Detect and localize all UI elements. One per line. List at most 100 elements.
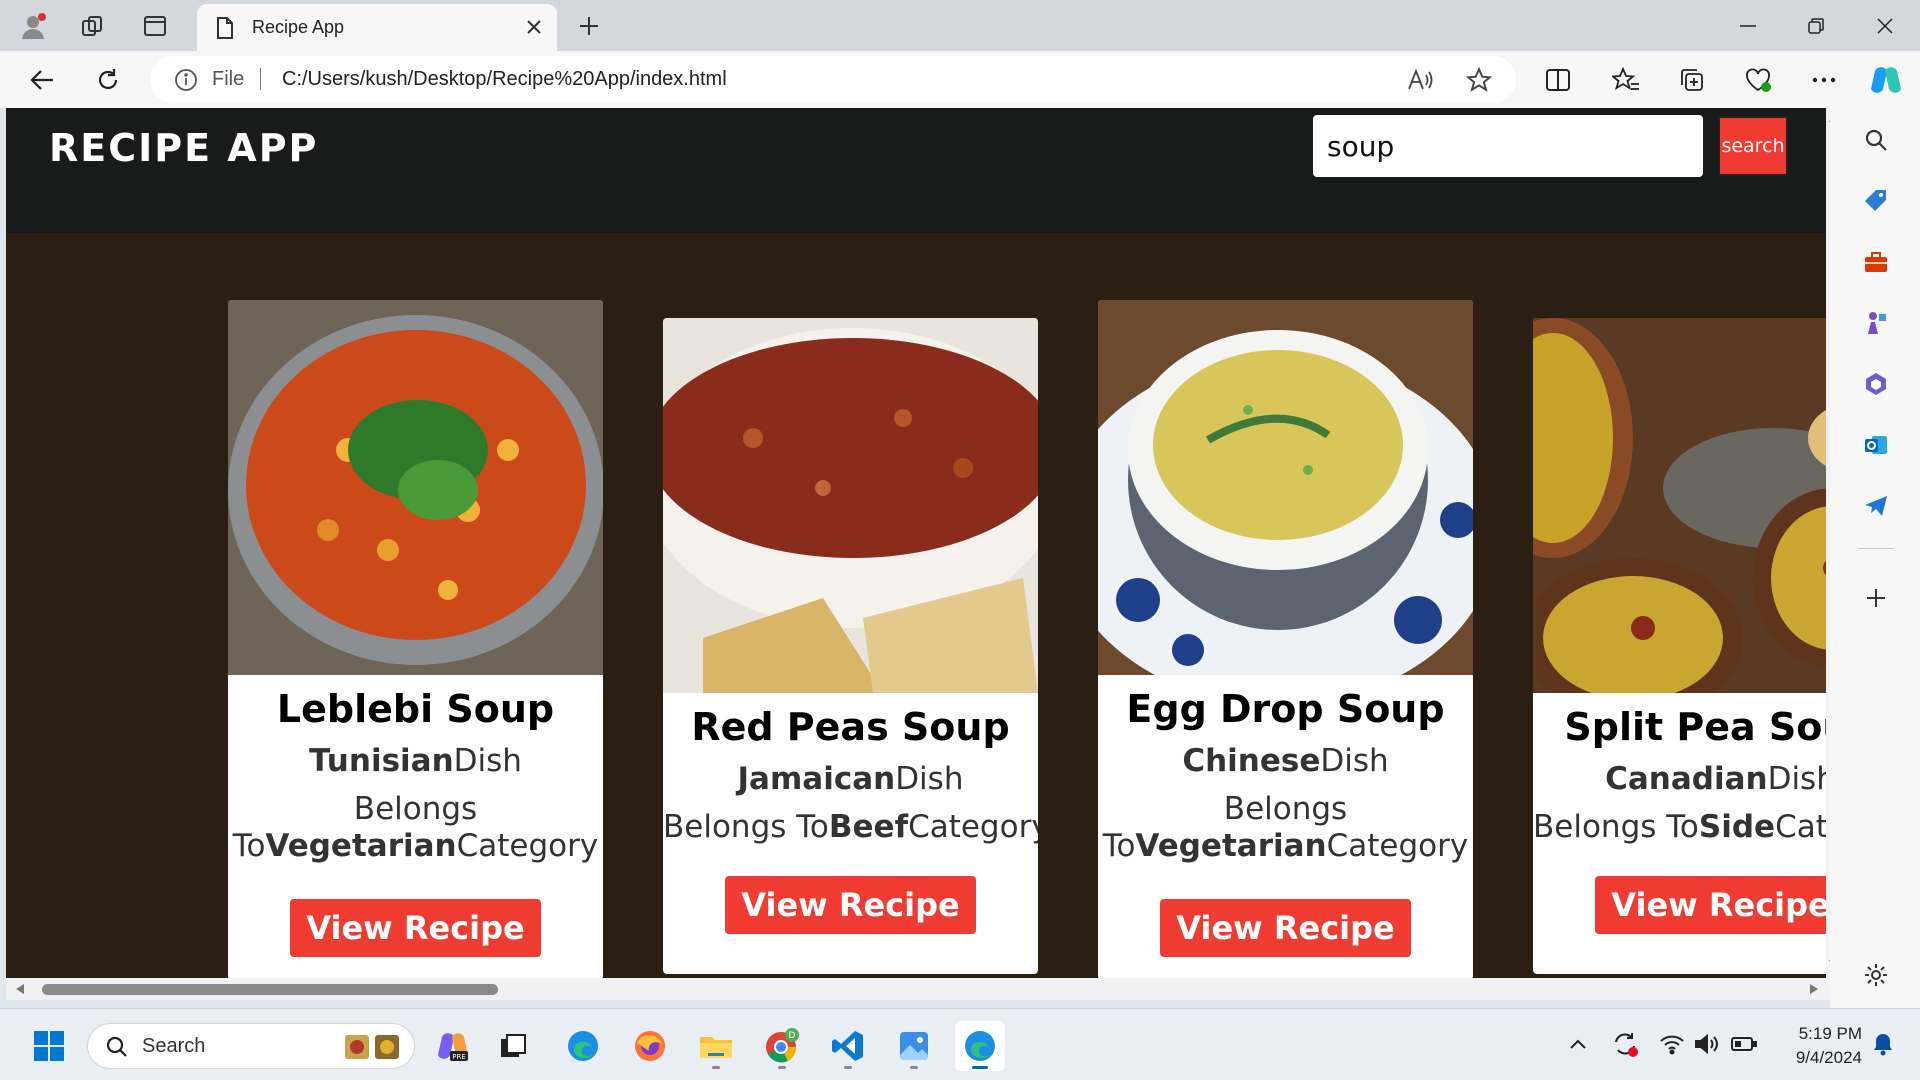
horizontal-scrollbar[interactable] (6, 978, 1830, 1000)
recipe-name: Split Pea Soup (1564, 705, 1830, 749)
read-aloud-icon[interactable] (1405, 65, 1435, 95)
svg-text:D: D (789, 1031, 796, 1041)
close-tab-icon[interactable] (521, 14, 547, 40)
recipe-name: Leblebi Soup (276, 687, 555, 731)
recipe-category: Belongs ToBeefCategory (663, 809, 1038, 845)
notifications-bell-icon[interactable] (1868, 1029, 1898, 1059)
taskbar-search-icon (106, 1036, 127, 1057)
refresh-icon[interactable] (88, 60, 128, 100)
favorites-icon[interactable] (1606, 60, 1646, 100)
recipe-card: Split Pea Soup CanadianDish Belongs ToSi… (1533, 318, 1830, 974)
page-viewport: RECIPE APP search Leblebi Soup TunisianD… (6, 108, 1830, 978)
app-header: RECIPE APP search (6, 108, 1830, 233)
taskbar-search-label: Search (142, 1035, 206, 1057)
favorite-star-icon[interactable] (1464, 65, 1494, 95)
firefox-app-icon[interactable] (625, 1021, 675, 1071)
tab-title: Recipe App (252, 17, 345, 37)
svg-text:PRE: PRE (452, 1053, 466, 1061)
clock-time: 5:19 PM (1798, 1024, 1862, 1043)
vertical-tabs-icon[interactable] (136, 8, 174, 44)
site-info-icon[interactable] (174, 68, 198, 96)
horizontal-scroll-thumb[interactable] (42, 984, 498, 995)
copilot-icon[interactable] (1866, 60, 1906, 100)
wifi-icon[interactable] (1657, 1029, 1687, 1059)
recipe-category: Belongs ToVegetarianCategory (1102, 791, 1469, 864)
sidebar-search-icon[interactable] (1856, 120, 1896, 160)
tools-icon[interactable] (1856, 242, 1896, 282)
view-recipe-button[interactable]: View Recipe (1160, 899, 1411, 957)
recipe-category: Belongs ToSideCategory (1533, 809, 1830, 845)
microsoft-365-icon[interactable] (1856, 364, 1896, 404)
running-indicator (844, 1066, 852, 1069)
sync-status-icon[interactable] (1610, 1029, 1640, 1059)
vscode-app-icon[interactable] (823, 1021, 873, 1071)
sidebar-settings-icon[interactable] (1856, 955, 1896, 995)
telegram-send-icon[interactable] (1856, 486, 1896, 526)
browser-essentials-icon[interactable] (1738, 60, 1778, 100)
view-recipe-button[interactable]: View Recipe (290, 899, 541, 957)
running-indicator (712, 1066, 720, 1069)
outlook-icon[interactable] (1856, 425, 1896, 465)
copilot-preview-app-icon[interactable]: PRE (428, 1021, 478, 1071)
recipe-area: ChineseDish (1182, 743, 1389, 779)
workspaces-icon[interactable] (74, 8, 112, 44)
task-view-icon[interactable] (488, 1021, 538, 1071)
active-indicator (972, 1066, 988, 1069)
edge-app-active-icon[interactable] (955, 1021, 1005, 1071)
file-explorer-app-icon[interactable] (691, 1021, 741, 1071)
scroll-left-icon[interactable] (16, 984, 24, 994)
recipe-name: Egg Drop Soup (1126, 687, 1445, 731)
view-recipe-button[interactable]: View Recipe (1595, 876, 1830, 934)
chrome-app-icon[interactable]: D (757, 1021, 807, 1071)
taskbar-search-box[interactable]: Search (87, 1023, 415, 1069)
volume-icon[interactable] (1692, 1029, 1722, 1059)
recipe-area: CanadianDish (1605, 761, 1830, 797)
running-indicator (910, 1066, 918, 1069)
edge-app-icon[interactable] (558, 1021, 608, 1071)
split-screen-icon[interactable] (1538, 60, 1578, 100)
search-highlight-icon (345, 1035, 399, 1059)
recipe-image (1098, 300, 1473, 705)
restore-icon[interactable] (1786, 6, 1846, 46)
search-button[interactable]: search (1718, 116, 1788, 176)
show-hidden-icons-icon[interactable] (1563, 1029, 1593, 1059)
collections-icon[interactable] (1672, 60, 1712, 100)
address-bar[interactable]: File C:/Users/kush/Desktop/Recipe%20App/… (150, 56, 1516, 103)
new-tab-icon[interactable] (571, 8, 607, 44)
scroll-right-icon[interactable] (1810, 984, 1818, 994)
battery-icon[interactable] (1729, 1029, 1759, 1059)
recipe-image (228, 300, 603, 675)
back-icon[interactable] (22, 60, 62, 100)
photos-app-icon[interactable] (889, 1021, 939, 1071)
recipe-area: JamaicanDish (737, 761, 964, 797)
recipe-image (663, 318, 1038, 693)
browser-tab-strip: Recipe App (0, 0, 1920, 51)
shopping-tag-icon[interactable] (1856, 181, 1896, 221)
recipe-category: Belongs ToVegetarianCategory (232, 791, 599, 864)
browser-toolbar: File C:/Users/kush/Desktop/Recipe%20App/… (0, 51, 1920, 108)
view-recipe-button[interactable]: View Recipe (725, 876, 976, 934)
edge-sidebar (1830, 108, 1920, 1008)
recipe-search-input[interactable] (1313, 115, 1703, 177)
address-url[interactable]: C:/Users/kush/Desktop/Recipe%20App/index… (282, 68, 727, 91)
recipe-card: Egg Drop Soup ChineseDish Belongs ToVege… (1098, 300, 1473, 978)
address-separator (260, 68, 261, 90)
taskbar-clock[interactable]: 5:19 PM 9/4/2024 (1770, 1022, 1862, 1070)
clock-date: 9/4/2024 (1795, 1048, 1862, 1067)
recipe-area: TunisianDish (309, 743, 522, 779)
games-icon[interactable] (1856, 303, 1896, 343)
recipe-image (1533, 318, 1830, 718)
profile-icon[interactable] (14, 8, 52, 44)
app-title: RECIPE APP (49, 126, 319, 170)
recipe-card: Red Peas Soup JamaicanDish Belongs ToBee… (663, 318, 1038, 974)
sidebar-divider (1858, 548, 1894, 549)
add-sidebar-app-icon[interactable] (1856, 578, 1896, 618)
file-protocol-label: File (212, 68, 245, 90)
tab-recipe-app[interactable]: Recipe App (197, 4, 557, 51)
close-window-icon[interactable] (1855, 6, 1915, 46)
windows-taskbar: Search PRE D 5:19 PM 9/4/2024 (0, 1008, 1920, 1080)
minimize-icon[interactable] (1718, 6, 1778, 46)
more-options-icon[interactable] (1804, 60, 1844, 100)
windows-start-icon[interactable] (24, 1021, 74, 1071)
recipe-card: Leblebi Soup TunisianDish Belongs ToVege… (228, 300, 603, 978)
